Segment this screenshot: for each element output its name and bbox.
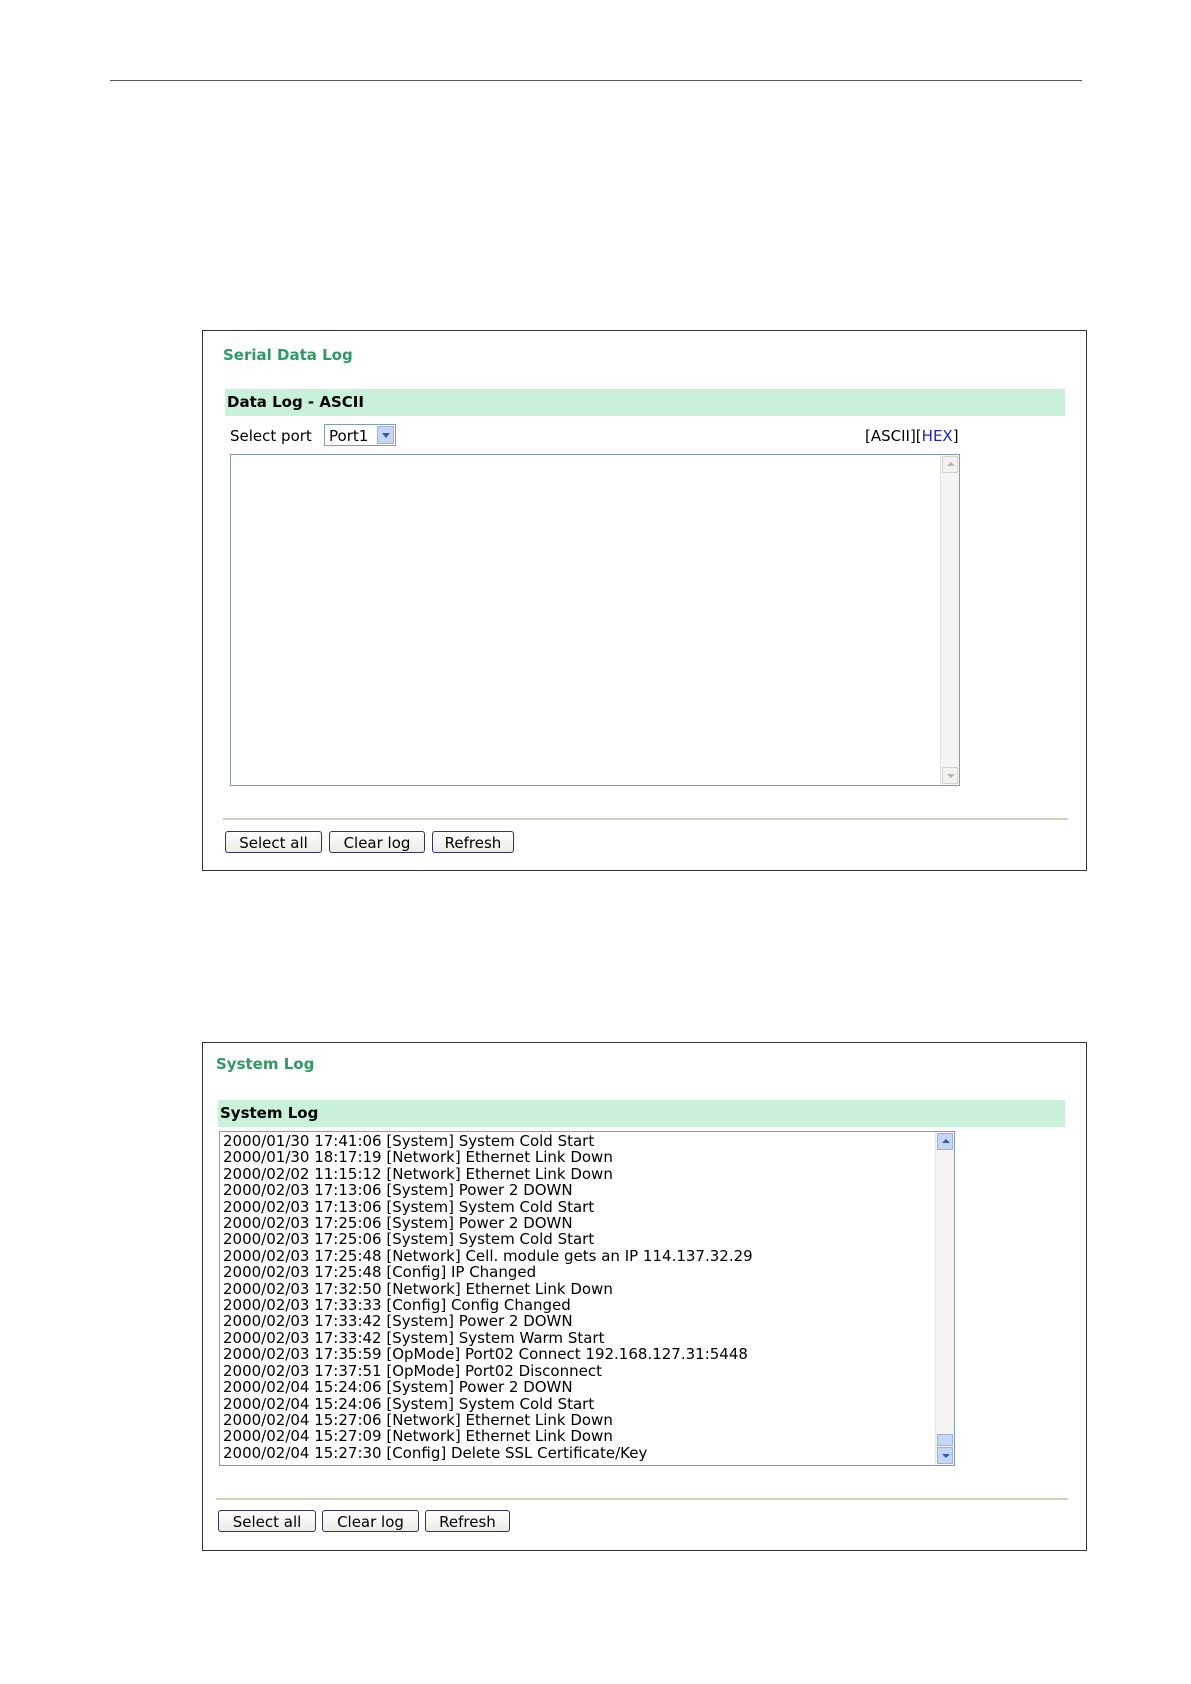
panel-title: Serial Data Log <box>223 346 353 364</box>
log-line: 2000/02/03 17:37:51 [OpMode] Port02 Disc… <box>223 1361 602 1380</box>
panel-title: System Log <box>216 1055 315 1073</box>
vertical-scrollbar[interactable] <box>940 455 959 785</box>
log-line: 2000/02/03 17:25:06 [System] System Cold… <box>223 1230 595 1249</box>
log-line: 2000/02/03 17:33:42 [System] System Warm… <box>223 1328 605 1347</box>
log-line: 2000/02/03 17:32:50 [Network] Ethernet L… <box>223 1279 613 1298</box>
port-select-value: Port1 <box>329 427 369 445</box>
divider <box>216 1498 1068 1500</box>
vertical-scrollbar[interactable] <box>935 1132 954 1465</box>
log-line: 2000/02/03 17:25:48 [Config] IP Changed <box>223 1263 537 1282</box>
log-line: 2000/02/03 17:13:06 [System] Power 2 DOW… <box>223 1181 573 1200</box>
log-line: 2000/02/04 15:24:06 [System] Power 2 DOW… <box>223 1378 573 1397</box>
system-log-textarea[interactable]: 2000/01/30 17:41:06 [System] System Cold… <box>219 1131 955 1466</box>
log-line: 2000/02/03 17:33:42 [System] Power 2 DOW… <box>223 1312 573 1331</box>
clear-log-button[interactable]: Clear log <box>322 1510 419 1532</box>
scroll-thumb[interactable] <box>937 1434 953 1446</box>
log-line: 2000/02/03 17:25:06 [System] Power 2 DOW… <box>223 1214 573 1233</box>
display-mode-links: [ASCII][HEX] <box>865 427 959 445</box>
page-header-rule <box>110 80 1082 81</box>
log-line: 2000/02/02 11:15:12 [Network] Ethernet L… <box>223 1164 613 1183</box>
refresh-button[interactable]: Refresh <box>432 831 514 853</box>
select-port-label: Select port <box>230 427 312 445</box>
port-select[interactable]: Port1 <box>324 424 396 446</box>
system-log-panel: System Log System Log 2000/01/30 17:41:0… <box>202 1042 1087 1551</box>
refresh-button[interactable]: Refresh <box>425 1510 510 1532</box>
select-all-button[interactable]: Select all <box>225 831 322 853</box>
log-line: 2000/01/30 18:17:19 [Network] Ethernet L… <box>223 1148 613 1167</box>
log-lines: 2000/01/30 17:41:06 [System] System Cold… <box>223 1132 753 1462</box>
serial-data-textarea[interactable] <box>230 454 960 786</box>
section-header: Data Log - ASCII <box>225 389 1065 416</box>
hex-mode-link[interactable]: HEX <box>922 427 953 445</box>
log-line: 2000/02/04 15:27:06 [Network] Ethernet L… <box>223 1410 613 1429</box>
scroll-up-icon[interactable] <box>937 1133 953 1150</box>
chevron-down-icon[interactable] <box>377 426 394 444</box>
log-line: 2000/02/03 17:35:59 [OpMode] Port02 Conn… <box>223 1345 748 1364</box>
log-line: 2000/02/04 15:24:06 [System] System Cold… <box>223 1394 595 1413</box>
scroll-down-icon[interactable] <box>942 767 958 784</box>
scroll-up-icon[interactable] <box>942 456 958 473</box>
mode-bracket: ] <box>952 427 959 445</box>
divider <box>223 818 1068 820</box>
section-header: System Log <box>218 1100 1065 1127</box>
log-line: 2000/02/04 15:27:30 [Config] Delete SSL … <box>223 1443 648 1462</box>
log-line: 2000/02/03 17:33:33 [Config] Config Chan… <box>223 1296 571 1315</box>
log-line: 2000/02/04 15:27:09 [Network] Ethernet L… <box>223 1427 613 1446</box>
log-line: 2000/01/30 17:41:06 [System] System Cold… <box>223 1132 595 1150</box>
log-line: 2000/02/03 17:13:06 [System] System Cold… <box>223 1197 595 1216</box>
clear-log-button[interactable]: Clear log <box>329 831 425 853</box>
serial-data-log-panel: Serial Data Log Data Log - ASCII Select … <box>202 330 1087 871</box>
scroll-down-icon[interactable] <box>937 1447 953 1464</box>
log-line: 2000/02/03 17:25:48 [Network] Cell. modu… <box>223 1246 753 1265</box>
select-all-button[interactable]: Select all <box>218 1510 316 1532</box>
ascii-mode-label: [ASCII][ <box>865 427 922 445</box>
